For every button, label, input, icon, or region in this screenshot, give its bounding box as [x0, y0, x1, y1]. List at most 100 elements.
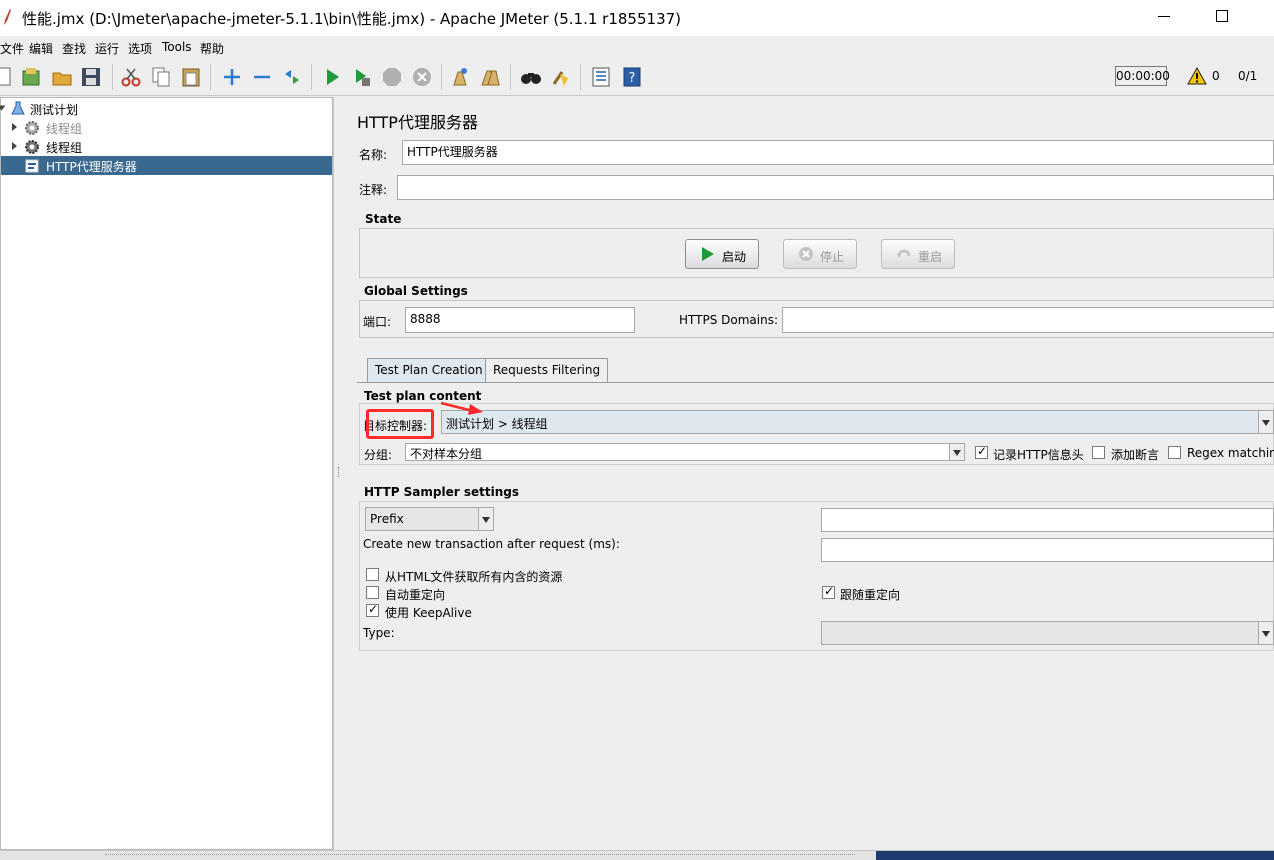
proxy-config-panel: HTTP代理服务器 名称: HTTP代理服务器 注释: State 启动 停止 …: [345, 97, 1274, 850]
maximize-button[interactable]: [1216, 10, 1228, 22]
help-icon[interactable]: ?: [621, 66, 643, 88]
splitter-grip[interactable]: [338, 467, 340, 477]
reset-search-icon[interactable]: [550, 66, 572, 88]
regex-matching-label: Regex matching: [1187, 446, 1274, 460]
name-label: 名称:: [359, 148, 388, 162]
menu-edit[interactable]: 编辑: [29, 40, 53, 57]
tree-item-test-plan[interactable]: 测试计划: [0, 99, 332, 118]
elapsed-timer: 00:00:00: [1115, 66, 1170, 86]
panel-title: HTTP代理服务器: [357, 113, 478, 132]
stop-button-label: 停止: [820, 250, 845, 264]
dropdown-arrow-icon[interactable]: [1258, 411, 1273, 433]
type-select[interactable]: [821, 621, 1274, 645]
toggle-icon[interactable]: [281, 66, 303, 88]
templates-icon[interactable]: [20, 66, 42, 88]
expand-arrow-icon[interactable]: [0, 105, 6, 111]
flask-icon: [11, 101, 25, 115]
search-icon[interactable]: [520, 66, 542, 88]
shutdown-icon[interactable]: [411, 66, 433, 88]
dropdown-arrow-icon[interactable]: [949, 444, 964, 460]
toolbar-separator: [580, 64, 581, 90]
prefix-input[interactable]: [821, 508, 1274, 532]
add-assertions-label: 添加断言: [1111, 448, 1160, 462]
https-domains-field[interactable]: [782, 307, 1274, 333]
warning-icon[interactable]: [1187, 67, 1207, 85]
menu-search[interactable]: 查找: [62, 40, 86, 57]
retrieve-resources-checkbox[interactable]: [366, 568, 379, 581]
annotation-arrow-icon: [440, 401, 483, 415]
cut-icon[interactable]: [120, 66, 142, 88]
new-icon[interactable]: [0, 66, 16, 88]
menu-tools[interactable]: Tools: [162, 40, 192, 54]
stop-icon: [799, 247, 813, 261]
record-headers-label: 记录HTTP信息头: [993, 448, 1084, 462]
pane-splitter[interactable]: [333, 97, 345, 850]
global-settings-title: Global Settings: [364, 284, 468, 298]
toolbar-separator: [510, 64, 511, 90]
auto-redirect-label: 自动重定向: [385, 588, 446, 602]
start-icon[interactable]: [321, 66, 343, 88]
follow-redirects-checkbox[interactable]: [822, 584, 835, 599]
tree-item-label: 线程组: [46, 141, 83, 155]
comment-field[interactable]: [397, 175, 1274, 200]
dropdown-arrow-icon[interactable]: [1258, 622, 1273, 644]
minimize-button[interactable]: [1158, 16, 1170, 17]
start-no-pause-icon[interactable]: [351, 66, 373, 88]
add-assertions-checkbox[interactable]: [1092, 446, 1105, 459]
grouping-value: 不对样本分组: [410, 447, 483, 461]
function-helper-icon[interactable]: [590, 66, 612, 88]
test-plan-tree: 测试计划 线程组 线程组 HTTP代理服务器: [0, 97, 333, 850]
tab-test-plan-creation[interactable]: Test Plan Creation: [367, 358, 491, 382]
tree-item-http-proxy[interactable]: HTTP代理服务器: [1, 156, 332, 175]
grouping-select[interactable]: 不对样本分组: [405, 443, 965, 461]
open-icon[interactable]: [51, 66, 73, 88]
gear-icon: [25, 121, 39, 135]
state-title: State: [365, 212, 402, 226]
stop-button[interactable]: 停止: [783, 239, 857, 269]
gear-icon: [25, 140, 39, 154]
tab-requests-filtering[interactable]: Requests Filtering: [485, 358, 609, 382]
keepalive-label: 使用 KeepAlive: [385, 606, 472, 620]
regex-matching-checkbox[interactable]: [1168, 446, 1181, 459]
menu-help[interactable]: 帮助: [200, 40, 224, 57]
start-button[interactable]: 启动: [685, 239, 759, 269]
collapse-icon[interactable]: [251, 66, 273, 88]
tree-item-thread-group[interactable]: 线程组: [1, 137, 332, 156]
target-controller-select[interactable]: 测试计划 > 线程组: [441, 410, 1274, 434]
keepalive-checkbox[interactable]: [366, 602, 379, 617]
comment-label: 注释:: [359, 183, 388, 197]
copy-icon[interactable]: [150, 66, 172, 88]
name-field[interactable]: HTTP代理服务器: [402, 140, 1274, 165]
window-title: 性能.jmx (D:\Jmeter\apache-jmeter-5.1.1\bi…: [22, 10, 682, 28]
tab-strip-line: [357, 382, 1274, 383]
record-headers-checkbox[interactable]: [975, 444, 988, 459]
auto-redirect-checkbox[interactable]: [366, 586, 379, 599]
collapse-arrow-icon[interactable]: [12, 123, 17, 131]
menu-options[interactable]: 选项: [128, 40, 152, 57]
menu-run[interactable]: 运行: [95, 40, 119, 57]
title-bar: 性能.jmx (D:\Jmeter\apache-jmeter-5.1.1\bi…: [0, 0, 1274, 36]
clear-all-icon[interactable]: [479, 66, 501, 88]
prefix-select[interactable]: Prefix: [365, 507, 494, 531]
toolbar: ? 00:00:00 0 0/1: [0, 58, 1274, 96]
restart-button[interactable]: 重启: [881, 239, 955, 269]
transaction-delay-field[interactable]: [821, 538, 1274, 562]
save-icon[interactable]: [80, 66, 102, 88]
paste-icon[interactable]: [180, 66, 202, 88]
taskbar-strip: [876, 851, 1274, 860]
stop-icon[interactable]: [381, 66, 403, 88]
active-threads: 0/1: [1238, 69, 1258, 83]
jmeter-feather-icon: [4, 9, 11, 25]
menu-file[interactable]: 文件: [0, 40, 24, 57]
collapse-arrow-icon[interactable]: [12, 142, 17, 150]
expand-icon[interactable]: [221, 66, 243, 88]
tree-item-thread-group-disabled[interactable]: 线程组: [1, 118, 332, 137]
clear-icon[interactable]: [449, 66, 471, 88]
dropdown-arrow-icon[interactable]: [478, 508, 493, 530]
https-domains-label: HTTPS Domains:: [679, 313, 778, 327]
port-field[interactable]: 8888: [405, 307, 635, 333]
toolbar-separator: [210, 64, 211, 90]
tree-item-label: 测试计划: [30, 103, 79, 117]
http-sampler-settings-title: HTTP Sampler settings: [364, 485, 519, 499]
annotation-highlight-box: [366, 409, 434, 439]
